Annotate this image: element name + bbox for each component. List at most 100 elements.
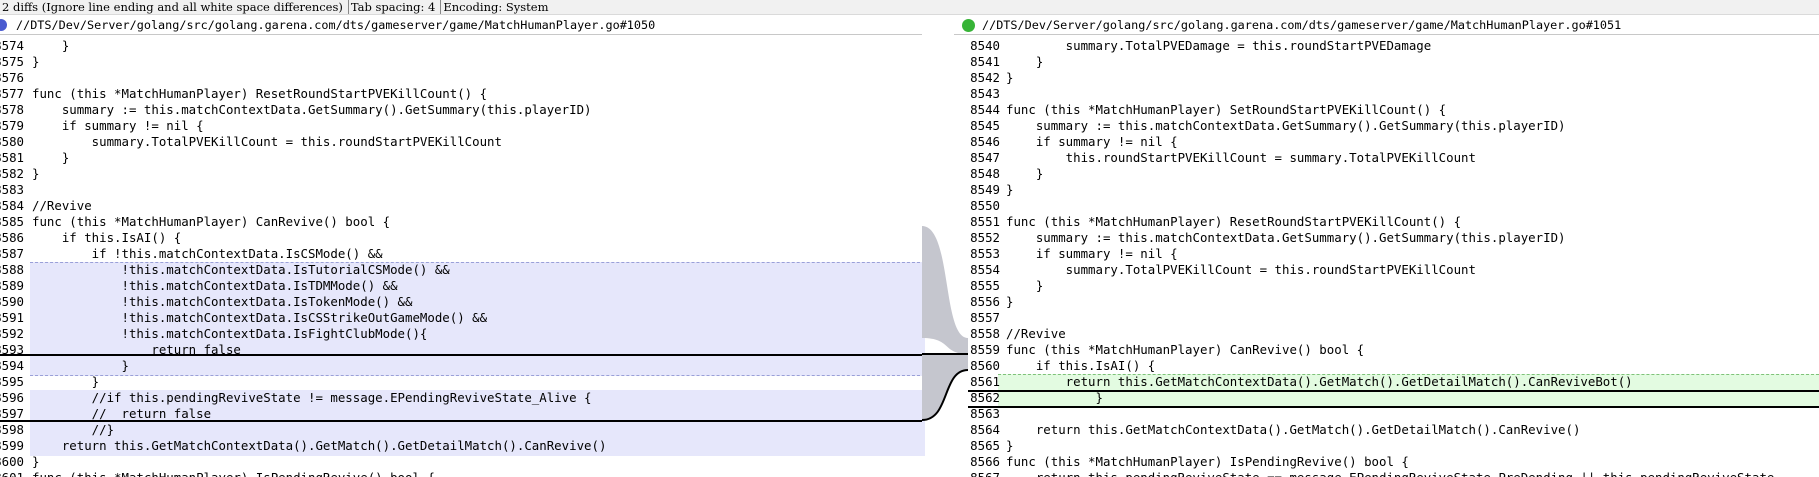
right-code-line: 8550 [968,198,1819,214]
right-line-number: 8549 [970,182,1000,197]
left-line-text: } [32,358,129,373]
left-line-text: func (this *MatchHumanPlayer) ResetRound… [32,86,488,101]
left-line-number: 8584 [0,198,24,213]
right-line-text: func (this *MatchHumanPlayer) ResetRound… [1006,214,1462,229]
right-line-text: func (this *MatchHumanPlayer) CanRevive(… [1006,342,1365,357]
encoding-text: Encoding: System [440,0,554,14]
left-code-line: 8580 summary.TotalPVEKillCount = this.ro… [0,134,925,150]
right-line-text: return this.pendingReviveState == messag… [1006,470,1775,477]
left-line-text: !this.matchContextData.IsTDMMode() && [32,278,398,293]
right-code-line: 8546 if summary != nil { [968,134,1819,150]
left-line-number: 8588 [0,262,24,277]
right-line-text: } [1006,390,1103,405]
right-code-pane[interactable]: 8540 summary.TotalPVEDamage = this.round… [968,36,1819,477]
right-line-number: 8546 [970,134,1000,149]
right-line-text: this.roundStartPVEKillCount = summary.To… [1006,150,1476,165]
right-line-text: } [1006,438,1014,453]
left-code-line: 8576 [0,70,925,86]
left-line-text: } [32,454,40,469]
diff-connector-shape-1 [922,226,968,354]
right-line-text: } [1006,182,1014,197]
left-line-number: 8600 [0,454,24,469]
right-line-number: 8543 [970,86,1000,101]
right-code-line: 8567 return this.pendingReviveState == m… [968,470,1819,477]
right-code-line: 8541 } [968,54,1819,70]
right-code-line: 8543 [968,86,1819,102]
right-line-text: //Revive [1006,326,1066,341]
left-line-number: 8587 [0,246,24,261]
left-code-line: 8581 } [0,150,925,166]
left-line-text: } [32,374,100,389]
right-line-number: 8562 [970,390,1000,405]
left-line-text: !this.matchContextData.IsTokenMode() && [32,294,413,309]
left-line-number: 8581 [0,150,24,165]
right-code-line: 8564 return this.GetMatchContextData().G… [968,422,1819,438]
separator-line-left [0,354,922,356]
left-line-number: 8579 [0,118,24,133]
right-code-line: 8566 func (this *MatchHumanPlayer) IsPend… [968,454,1819,470]
right-code-line: 8542} [968,70,1819,86]
left-line-number: 8586 [0,230,24,245]
right-code-line: 8540 summary.TotalPVEDamage = this.round… [968,38,1819,54]
left-line-number: 8576 [0,70,24,85]
diff-connector-shape-2 [922,354,968,420]
right-line-number: 8559 [970,342,1000,357]
right-line-text: summary := this.matchContextData.GetSumm… [1006,230,1566,245]
right-line-text: if summary != nil { [1006,246,1178,261]
right-line-number: 8544 [970,102,1000,117]
left-line-text: //if this.pendingReviveState != message.… [32,390,592,405]
right-code-line: 8565} [968,438,1819,454]
left-line-number: 8591 [0,310,24,325]
left-line-number: 8575 [0,54,24,69]
right-code-line: 8555 } [968,278,1819,294]
right-line-text: } [1006,166,1044,181]
right-code-line: 8559 func (this *MatchHumanPlayer) CanRev… [968,342,1819,358]
left-line-number: 8596 [0,390,24,405]
right-line-text: if this.IsAI() { [1006,358,1156,373]
left-line-text: !this.matchContextData.IsFightClubMode()… [32,326,428,341]
left-code-pane[interactable]: 8574 }8575}85768577func (this *MatchHuma… [0,36,925,477]
left-code-line: 8583 [0,182,925,198]
left-line-number: 8590 [0,294,24,309]
left-code-line: 8600} [0,454,925,470]
separator-line-right [968,390,1819,392]
right-line-number: 8542 [970,70,1000,85]
left-line-number: 8594 [0,358,24,373]
left-code-line: 8598 //} [0,422,925,438]
right-code-line: 8549} [968,182,1819,198]
status-bar: 2 diffs (Ignore line ending and all whit… [0,0,1819,15]
right-line-text: summary.TotalPVEKillCount = this.roundSt… [1006,262,1476,277]
left-line-text: func (this *MatchHumanPlayer) CanRevive(… [32,214,391,229]
left-line-text: summary := this.matchContextData.GetSumm… [32,102,592,117]
left-line-text: //} [32,422,115,437]
right-code-line: 8556} [968,294,1819,310]
left-code-line: 8584 //Revive [0,198,925,214]
right-line-number: 8566 [970,454,1000,469]
right-file-header: //DTS/Dev/Server/golang/src/golang.garen… [954,16,1819,35]
left-line-number: 8582 [0,166,24,181]
left-line-number: 8580 [0,134,24,149]
right-code-line: 8553 if summary != nil { [968,246,1819,262]
left-line-text: //Revive [32,198,92,213]
left-line-number: 8592 [0,326,24,341]
right-code-line: 8548 } [968,166,1819,182]
right-code-line: 8552 summary := this.matchContextData.Ge… [968,230,1819,246]
right-file-path: //DTS/Dev/Server/golang/src/golang.garen… [982,18,1622,32]
right-code-line: 8557 [968,310,1819,326]
left-line-number: 8589 [0,278,24,293]
left-code-line: 8574 } [0,38,925,54]
right-line-number: 8552 [970,230,1000,245]
left-code-line: 8591 !this.matchContextData.IsCSStrikeOu… [0,310,925,326]
left-line-number: 8598 [0,422,24,437]
right-line-number: 8550 [970,198,1000,213]
right-code-line: 8562 } [968,390,1819,406]
left-line-number: 8585 [0,214,24,229]
right-file-icon [962,19,975,32]
right-line-number: 8565 [970,438,1000,453]
right-line-number: 8564 [970,422,1000,437]
right-line-text: } [1006,278,1044,293]
right-line-number: 8563 [970,406,1000,421]
left-line-text: if this.IsAI() { [32,230,182,245]
left-file-icon [0,19,7,31]
right-code-line: 8544 func (this *MatchHumanPlayer) SetRou… [968,102,1819,118]
